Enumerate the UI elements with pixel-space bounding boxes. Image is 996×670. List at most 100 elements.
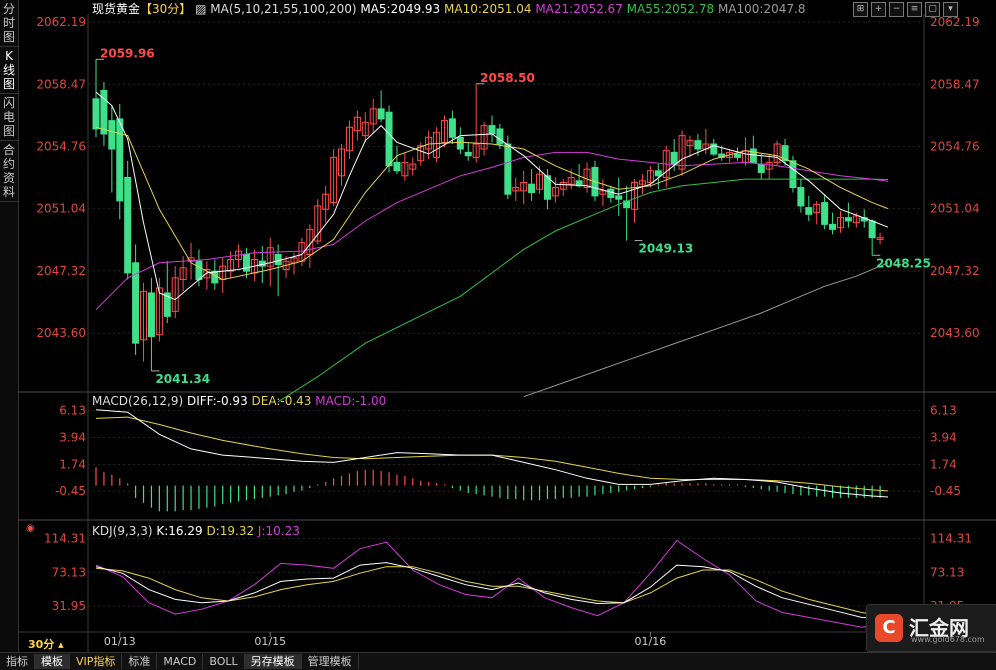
zoom-in-icon[interactable]: + (871, 2, 886, 17)
kdj-tick-right: 73.13 (930, 565, 964, 579)
price-annotation-low: 2048.25 (876, 256, 931, 270)
window-icon[interactable]: ▢ (925, 2, 940, 17)
list-icon[interactable]: ≡ (907, 2, 922, 17)
date-tick-label: 01/15 (254, 635, 286, 648)
period-badge[interactable]: 30分 ▴ (28, 636, 64, 652)
price-tick-left: 2058.47 (36, 77, 86, 91)
ma-legend-ma10: MA10:2051.04 (444, 2, 535, 16)
kdj-j-line (95, 539, 889, 628)
date-tick-label: 01/13 (104, 635, 136, 648)
candle-down (844, 217, 852, 222)
ma-legend-ma21: MA21:2052.67 (535, 2, 626, 16)
macd-tick-left: 1.74 (59, 457, 86, 471)
candle-down (757, 163, 765, 173)
bottom-toolbar: 指标 模板 VIP指标 标准 MACD BOLL 另存模板 管理模板 (0, 652, 996, 670)
brand-logo: C 汇金网 www.gold678.com (866, 604, 996, 652)
chart-toolbar: ⊞ + − ≡ ▢ ▾ (853, 2, 958, 17)
kdj-tick-left: 114.31 (44, 532, 86, 546)
candle-down (504, 143, 512, 195)
candle-down (797, 187, 805, 207)
candle-down (734, 153, 742, 158)
candle-down (464, 151, 472, 157)
macd-label: MACD(26,12,9) (92, 394, 187, 408)
kdj-label: KDJ(9,3,3) (92, 524, 156, 538)
ma10-line (95, 126, 889, 281)
ma-legend-ma55: MA55:2052.78 (627, 2, 718, 16)
menu-icon[interactable]: ▾ (943, 2, 958, 17)
price-tick-right: 2051.04 (930, 202, 980, 216)
macd-value-macd: MACD:-1.00 (315, 394, 386, 408)
tab-templates[interactable]: 模板 (35, 654, 70, 669)
kdj-tick-left: 31.95 (52, 599, 86, 613)
candle-down (607, 188, 615, 199)
kdj-value-k: K:16.29 (156, 524, 206, 538)
ma-legend-ma5: MA5:2049.93 (360, 2, 444, 16)
macd-legend: MACD(26,12,9) DIFF:-0.93 DEA:-0.43 MACD:… (92, 394, 386, 408)
tab-standard[interactable]: 标准 (122, 654, 158, 669)
chart-period: 【30分】 (140, 2, 191, 16)
ma55-line (277, 178, 889, 403)
kdj-d-line (95, 566, 889, 617)
candle-down (124, 176, 132, 274)
tab-boll[interactable]: BOLL (203, 654, 245, 669)
tab-vip-indicators[interactable]: VIP指标 (70, 654, 123, 669)
candle-down (393, 161, 401, 172)
kdj-tick-left: 73.13 (52, 565, 86, 579)
price-tick-right: 2043.60 (930, 326, 980, 340)
price-tick-right: 2054.76 (930, 139, 980, 153)
macd-value-dea: DEA:-0.43 (252, 394, 316, 408)
candle-down (670, 151, 678, 165)
candle-down (694, 140, 702, 150)
ma-settings-label: ▨ MA(5,10,21,55,100,200) (191, 2, 360, 16)
price-tick-left: 2051.04 (36, 202, 86, 216)
kdj-value-d: D:19.32 (206, 524, 257, 538)
ma100-line (523, 262, 889, 398)
price-tick-left: 2047.32 (36, 264, 86, 278)
candle-down (654, 170, 662, 177)
macd-tick-right: -0.45 (930, 484, 961, 498)
kdj-tick-right: 114.31 (930, 532, 972, 546)
candle-down (789, 160, 797, 189)
candle-down (147, 292, 155, 337)
candle-down (749, 148, 757, 163)
price-annotation-low: 2041.34 (155, 372, 210, 386)
price-tick-left: 2054.76 (36, 139, 86, 153)
candle-down (615, 195, 623, 200)
candle-down (456, 136, 464, 150)
candle-down (448, 118, 456, 138)
macd-value-diff: DIFF:-0.93 (187, 394, 252, 408)
candle-down (116, 118, 124, 202)
ma-legend-ma100: MA100:2047.8 (718, 2, 806, 16)
logo-mark-icon: C (875, 614, 903, 642)
kdj-value-j: J:10.23 (257, 524, 300, 538)
tab-macd[interactable]: MACD (157, 654, 204, 669)
macd-tick-left: -0.45 (55, 484, 86, 498)
tab-manage-templates[interactable]: 管理模板 (302, 654, 359, 669)
candle-down (496, 128, 504, 145)
kdj-k-line (95, 562, 889, 620)
candle-down (195, 260, 203, 281)
price-tick-right: 2062.19 (930, 15, 980, 29)
price-annotation-high: 2059.96 (100, 46, 155, 60)
price-tick-left: 2043.60 (36, 326, 86, 340)
macd-diff-line (95, 409, 889, 498)
kdj-legend: KDJ(9,3,3) K:16.29 D:19.32 J:10.23 (92, 524, 300, 538)
grid-icon[interactable]: ⊞ (853, 2, 868, 17)
main-legend: 现货黄金【30分】 ▨ MA(5,10,21,55,100,200) MA5:2… (92, 1, 805, 16)
tab-indicators[interactable]: 指标 (0, 654, 35, 669)
candle-down (805, 207, 813, 215)
logo-url: www.gold678.com (911, 635, 985, 644)
price-tick-right: 2047.32 (930, 264, 980, 278)
date-tick-label: 01/16 (635, 635, 667, 648)
price-annotation-high: 2058.50 (480, 71, 535, 85)
candlestick-chart[interactable]: 2062.19 2062.19 2058.47 2058.47 2054.76 2054.… (0, 0, 996, 669)
tab-save-template[interactable]: 另存模板 (244, 654, 302, 669)
price-tick-left: 2062.19 (36, 15, 86, 29)
candle-down (274, 253, 282, 266)
price-annotation-low: 2049.13 (639, 242, 694, 256)
kdj-settings-icon: ◉ (26, 523, 35, 534)
candle-down (868, 220, 876, 239)
zoom-out-icon[interactable]: − (889, 2, 904, 17)
candle-down (528, 183, 536, 194)
macd-tick-right: 6.13 (930, 404, 957, 418)
